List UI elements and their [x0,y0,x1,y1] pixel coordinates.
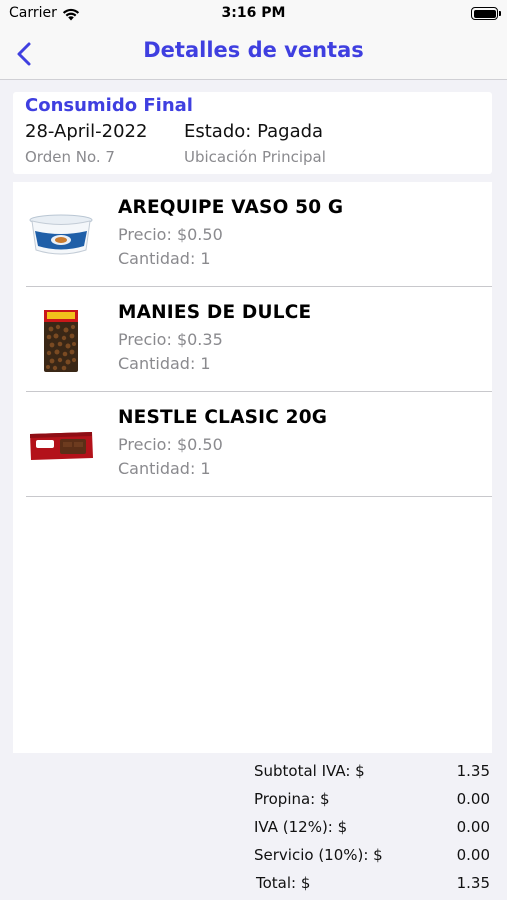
tax-value: 0.00 [456,818,490,836]
tip-row: Propina: $ 0.00 [254,788,490,816]
service-value: 0.00 [456,846,490,864]
item-quantity: Cantidad: 1 [118,459,211,478]
service-row: Servicio (10%): $ 0.00 [254,844,490,872]
sale-location: Ubicación Principal [184,148,326,166]
page-title: Detalles de ventas [143,38,364,62]
arequipe-cup-image [27,204,95,268]
sale-status: Estado: Pagada [184,121,324,142]
item-price: Precio: $0.50 [118,435,223,454]
navigation-bar: Detalles de ventas [0,30,507,80]
status-bar: Carrier 3:16 PM [0,0,507,30]
peanut-bag-image [27,309,95,373]
subtotal-row: Subtotal IVA: $ 1.35 [254,760,490,788]
item-quantity: Cantidad: 1 [118,249,211,268]
battery-icon [471,7,501,20]
list-item[interactable]: NESTLE CLASIC 20G Precio: $0.50 Cantidad… [13,392,492,497]
sale-date: 28-April-2022 [25,121,148,142]
grand-total-row: Total: $ 1.35 [254,872,490,900]
status-time: 3:16 PM [221,5,286,21]
tax-label: IVA (12%): $ [254,818,348,836]
item-name: NESTLE CLASIC 20G [118,407,328,428]
items-list: AREQUIPE VASO 50 G Precio: $0.50 Cantida… [13,182,492,753]
total-value: 1.35 [456,874,490,892]
total-label: Total: $ [256,874,311,892]
tax-row: IVA (12%): $ 0.00 [254,816,490,844]
subtotal-label: Subtotal IVA: $ [254,762,365,780]
service-label: Servicio (10%): $ [254,846,383,864]
subtotal-value: 1.35 [456,762,490,780]
item-price: Precio: $0.50 [118,225,223,244]
tip-label: Propina: $ [254,790,330,808]
item-quantity: Cantidad: 1 [118,354,211,373]
totals-summary: Subtotal IVA: $ 1.35 Propina: $ 0.00 IVA… [254,760,490,900]
sale-header-card: Consumido Final 28-April-2022 Estado: Pa… [13,92,492,174]
customer-name: Consumido Final [25,95,193,116]
item-price: Precio: $0.35 [118,330,223,349]
chocolate-bar-image [27,414,95,478]
order-number: Orden No. 7 [25,148,115,166]
item-name: MANIES DE DULCE [118,302,312,323]
list-item[interactable]: AREQUIPE VASO 50 G Precio: $0.50 Cantida… [13,182,492,287]
list-item[interactable]: MANIES DE DULCE Precio: $0.35 Cantidad: … [13,287,492,392]
tip-value: 0.00 [456,790,490,808]
item-name: AREQUIPE VASO 50 G [118,197,344,218]
